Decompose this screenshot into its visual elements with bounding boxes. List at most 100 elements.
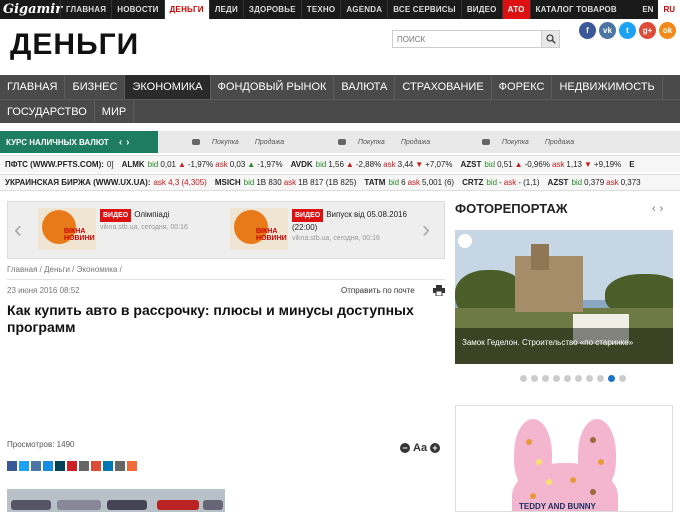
- main-nav-item[interactable]: ФОРЕКС: [492, 75, 553, 99]
- font-decrease-icon[interactable]: −: [400, 443, 410, 453]
- lang-en[interactable]: EN: [637, 0, 658, 19]
- top-nav-item[interactable]: ДЕНЬГИ: [163, 0, 209, 19]
- ux-ticker: УКРАИНСКАЯ БИРЖА (WWW.UX.UA): ask 4,3 (4,…: [0, 174, 680, 191]
- google-plus-icon[interactable]: g+: [639, 22, 656, 39]
- main-nav-item[interactable]: НЕДВИЖИМОСТЬ: [552, 75, 663, 99]
- photo-badge-icon: [458, 234, 472, 248]
- sell-label: Продажа: [400, 138, 431, 146]
- section-brand[interactable]: ДЕНЬГИ: [10, 28, 139, 62]
- top-nav-item[interactable]: ВИДЕО: [460, 0, 502, 19]
- font-increase-icon[interactable]: +: [430, 443, 441, 453]
- top-nav-item[interactable]: ЛЕДИ: [208, 0, 243, 19]
- email-share-icon[interactable]: [79, 461, 89, 471]
- ticker-symbol[interactable]: MSICH: [215, 178, 241, 187]
- ticker-ask: 1B 817 (1B 825): [298, 178, 357, 187]
- video-prev-icon[interactable]: ‹: [14, 216, 22, 244]
- odnoklassniki-icon[interactable]: ok: [659, 22, 676, 39]
- currency-next-icon[interactable]: ›: [126, 137, 129, 148]
- gigamir-logo[interactable]: Gigamir: [0, 0, 62, 19]
- video-thumb-label: ВІКНА НОВИНИ: [64, 228, 95, 242]
- video-source: vikna.stb.ua, сегодня, 00:16: [292, 235, 380, 242]
- main-nav-item[interactable]: ЭКОНОМИКА: [125, 75, 211, 99]
- ticker-source[interactable]: УКРАИНСКАЯ БИРЖА (WWW.UX.UA):: [5, 178, 150, 187]
- video-item[interactable]: ВІКНА НОВИНИ ВИДЕО Олімпіаді vikna.stb.ua, …: [38, 208, 228, 254]
- pager-dot[interactable]: [597, 375, 604, 382]
- search-button[interactable]: [541, 31, 559, 47]
- top-nav-item[interactable]: ГЛАВНАЯ: [60, 0, 111, 19]
- facebook-icon[interactable]: f: [579, 22, 596, 39]
- linkedin-share-icon[interactable]: [103, 461, 113, 471]
- main-nav-item[interactable]: ФОНДОВЫЙ РЫНОК: [211, 75, 335, 99]
- main-nav-row-1: ГЛАВНАЯ БИЗНЕС ЭКОНОМИКА ФОНДОВЫЙ РЫНОК ВАЛЮ…: [0, 75, 680, 99]
- video-title[interactable]: ВИДЕО Випуск від 05.08.2016 (22:00): [292, 209, 420, 233]
- main-nav-item[interactable]: СТРАХОВАНИЕ: [395, 75, 492, 99]
- top-nav-item[interactable]: АТО: [501, 0, 530, 19]
- video-item[interactable]: ВІКНА НОВИНИ ВИДЕО Випуск від 05.08.2016 (…: [230, 208, 420, 254]
- mail-share-icon[interactable]: [43, 461, 53, 471]
- pager-dot[interactable]: [619, 375, 626, 382]
- pager-dot[interactable]: [586, 375, 593, 382]
- ad-banner[interactable]: TEDDY AND BUNNY: [455, 405, 673, 512]
- top-nav-item[interactable]: ВСЕ СЕРВИСЫ: [387, 0, 461, 19]
- ticker-ask-label: ask: [383, 159, 396, 169]
- breadcrumb[interactable]: Главная / Деньги / Экономика /: [7, 265, 122, 274]
- pager-dot[interactable]: [575, 375, 582, 382]
- ticker-symbol[interactable]: ALMK: [122, 160, 145, 169]
- ticker-ask-label: ask: [551, 159, 565, 169]
- photo-report-image[interactable]: Замок Геделон. Строительство «по старинк…: [455, 230, 673, 364]
- top-nav-item[interactable]: КАТАЛОГ ТОВАРОВ: [529, 0, 622, 19]
- lang-ru[interactable]: RU: [658, 0, 680, 19]
- video-thumbnail[interactable]: ВІКНА НОВИНИ: [230, 208, 288, 250]
- top-nav-item[interactable]: ТЕХНО: [300, 0, 341, 19]
- pager-dot[interactable]: [553, 375, 560, 382]
- main-nav-row-2: ГОСУДАРСТВО МИР: [0, 99, 680, 123]
- vk-share-icon[interactable]: [31, 461, 41, 471]
- currency-tab[interactable]: КУРС НАЛИЧНЫХ ВАЛЮТ ‹ ›: [0, 131, 158, 153]
- ticker-symbol[interactable]: CRTZ: [462, 178, 483, 187]
- video-meta: ВИДЕО Випуск від 05.08.2016 (22:00) vikna.…: [292, 209, 420, 242]
- pinterest-share-icon[interactable]: [67, 461, 77, 471]
- article-date: 23 июня 2016 08:52: [7, 286, 80, 295]
- video-title-text[interactable]: Олімпіаді: [134, 210, 169, 219]
- ticker-symbol[interactable]: AZST: [548, 178, 569, 187]
- pager-dot[interactable]: [564, 375, 571, 382]
- search-input[interactable]: [393, 31, 541, 47]
- photo-report-title[interactable]: ФОТОРЕПОРТАЖ: [455, 201, 568, 216]
- twitter-icon[interactable]: t: [619, 22, 636, 39]
- ticker-bid-change: -1,97%: [187, 159, 214, 169]
- send-by-mail-link[interactable]: Отправить по почте: [341, 286, 415, 295]
- pager-dot[interactable]: [608, 375, 615, 382]
- google-share-icon[interactable]: [91, 461, 101, 471]
- video-next-icon[interactable]: ›: [422, 216, 430, 244]
- vk-icon[interactable]: vk: [599, 22, 616, 39]
- print-icon[interactable]: [433, 285, 445, 299]
- main-nav-item[interactable]: ГОСУДАРСТВО: [0, 100, 95, 123]
- ticker-symbol[interactable]: TATM: [364, 178, 385, 187]
- livejournal-share-icon[interactable]: [55, 461, 65, 471]
- top-nav-item[interactable]: НОВОСТИ: [111, 0, 163, 19]
- top-nav-item[interactable]: AGENDA: [340, 0, 387, 19]
- more-share-icon[interactable]: [127, 461, 137, 471]
- ticker-symbol[interactable]: AVDK: [291, 160, 313, 169]
- currency-col-3: Покупка Продажа: [482, 131, 590, 153]
- pager-dot[interactable]: [520, 375, 527, 382]
- twitter-share-icon[interactable]: [19, 461, 29, 471]
- top-nav-item[interactable]: ЗДОРОВЬЕ: [242, 0, 301, 19]
- ticker-source[interactable]: ПФТС (WWW.PFTS.COM):: [5, 160, 104, 169]
- pager-dot[interactable]: [542, 375, 549, 382]
- video-title[interactable]: ВИДЕО Олімпіаді: [100, 209, 228, 222]
- pager-dot[interactable]: [531, 375, 538, 382]
- main-nav-item[interactable]: МИР: [95, 100, 135, 123]
- photo-report-arrows[interactable]: ‹›: [652, 203, 667, 215]
- main-nav-item[interactable]: БИЗНЕС: [65, 75, 126, 99]
- facebook-share-icon[interactable]: [7, 461, 17, 471]
- currency-prev-icon[interactable]: ‹: [119, 137, 122, 148]
- main-nav-item[interactable]: ГЛАВНАЯ: [0, 75, 66, 99]
- main-nav-item[interactable]: ВАЛЮТА: [334, 75, 396, 99]
- currency-flag-icon: [338, 139, 346, 145]
- currency-flag-icon: [482, 139, 490, 145]
- views-count: Просмотров: 1490: [7, 440, 75, 449]
- video-thumbnail[interactable]: ВІКНА НОВИНИ: [38, 208, 96, 250]
- print-share-icon[interactable]: [115, 461, 125, 471]
- ticker-symbol[interactable]: AZST: [461, 160, 482, 169]
